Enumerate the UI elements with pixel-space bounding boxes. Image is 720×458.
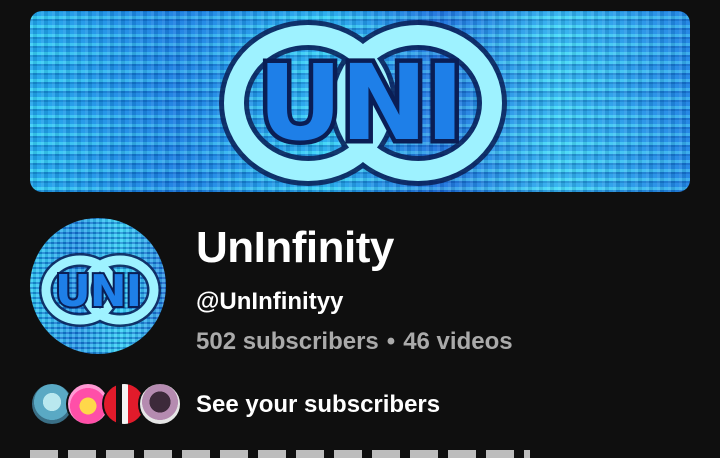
channel-stats: 502 subscribers • 46 videos: [196, 327, 513, 357]
avatar-infinity-logo: UNI: [39, 253, 161, 327]
channel-handle: @UnInfinityy: [196, 288, 344, 315]
channel-avatar[interactable]: UNI: [30, 218, 166, 354]
channel-name: UnInfinity: [196, 223, 394, 272]
see-subscribers-link[interactable]: See your subscribers: [196, 390, 440, 420]
cut-off-description-line: [30, 450, 530, 458]
subscriber-count: 502 subscribers: [196, 328, 379, 355]
avatar-logo-text: UNI: [55, 266, 141, 317]
subscriber-avatar: [138, 382, 182, 426]
stats-separator: •: [386, 328, 396, 355]
see-subscribers-row[interactable]: See your subscribers: [30, 380, 450, 428]
channel-banner: UNI: [30, 11, 690, 192]
banner-logo-text: UNI: [258, 42, 462, 164]
video-count: 46 videos: [403, 328, 513, 355]
banner-infinity-logo: UNI: [219, 20, 507, 186]
